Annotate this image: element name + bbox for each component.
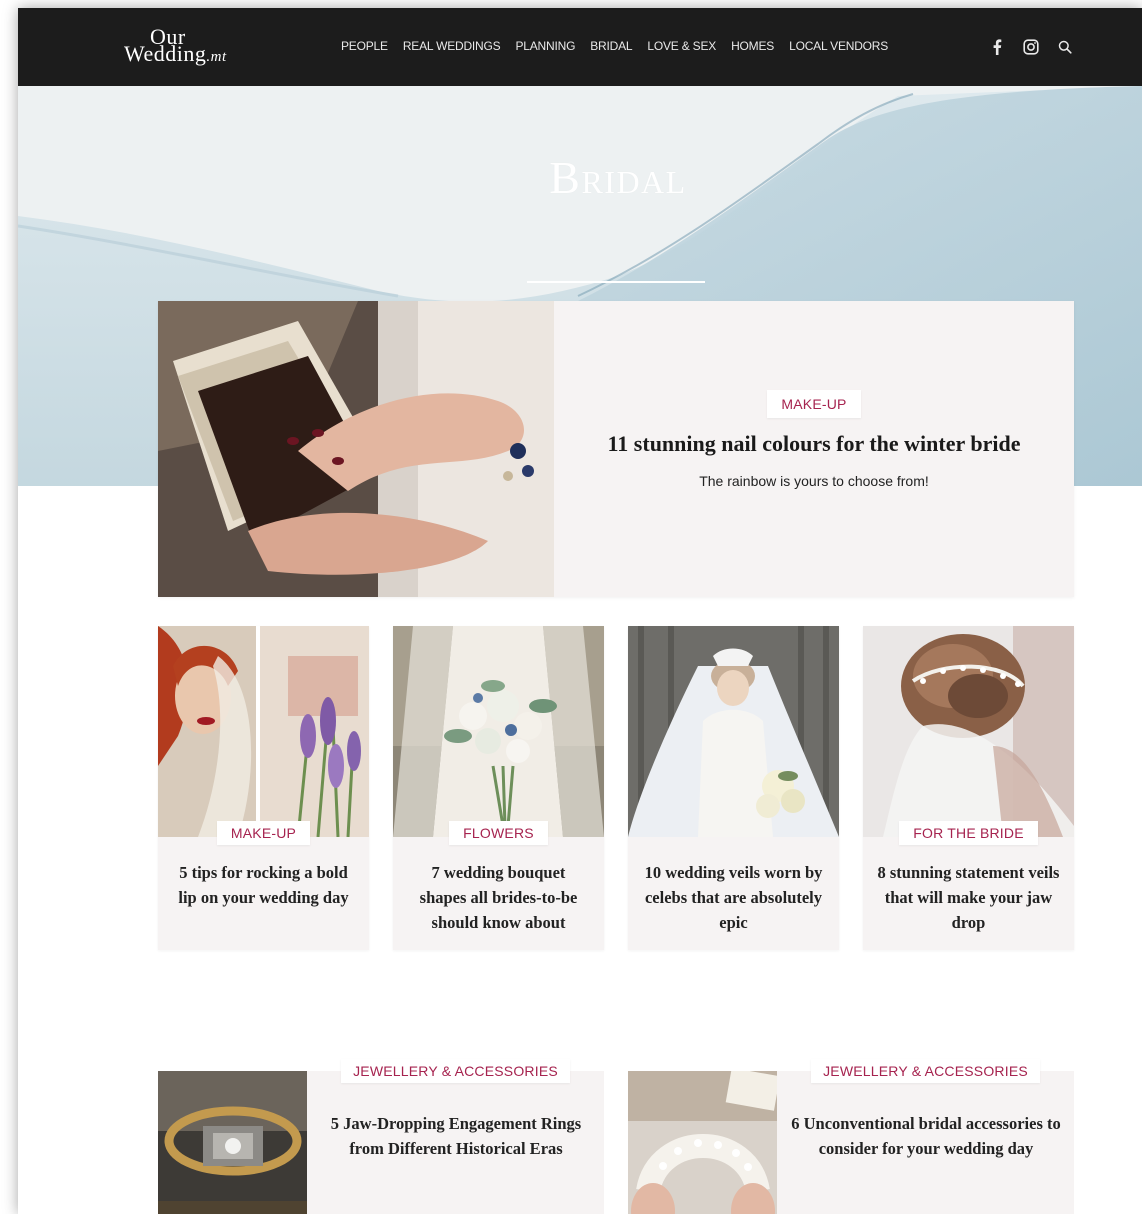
article-title[interactable]: 5 Jaw-Dropping Engagement Rings from Dif… (321, 1111, 591, 1161)
article-title[interactable]: 6 Unconventional bridal accessories to c… (791, 1111, 1061, 1161)
page-title: Bridal (549, 152, 687, 203)
article-card[interactable]: FOR THE BRIDE 8 stunning statement veils… (863, 626, 1074, 950)
browser-window: Our Wedding.mt PEOPLE REAL WEDDINGS PLAN… (18, 8, 1142, 1214)
article-category-wrap: FOR THE BRIDE (863, 821, 1074, 845)
article-category[interactable]: JEWELLERY & ACCESSORIES (811, 1059, 1040, 1083)
featured-image[interactable] (158, 301, 554, 597)
facebook-icon[interactable] (988, 38, 1006, 56)
nav-bridal[interactable]: BRIDAL (590, 39, 632, 53)
logo-line-2: Wedding.mt (124, 43, 227, 66)
featured-title[interactable]: 11 stunning nail colours for the winter … (554, 431, 1074, 457)
article-image[interactable] (158, 626, 369, 837)
nav-planning[interactable]: PLANNING (515, 39, 575, 53)
main-nav: PEOPLE REAL WEDDINGS PLANNING BRIDAL LOV… (341, 39, 888, 53)
nav-local-vendors[interactable]: LOCAL VENDORS (789, 39, 888, 53)
logo-suffix: .mt (206, 49, 227, 65)
article-category[interactable]: JEWELLERY & ACCESSORIES (341, 1059, 570, 1083)
instagram-icon[interactable] (1022, 38, 1040, 56)
article-category-wrap: JEWELLERY & ACCESSORIES (307, 1059, 604, 1083)
article-category-wrap: MAKE-UP (158, 821, 369, 845)
article-card[interactable]: FLOWERS 7 wedding bouquet shapes all bri… (393, 626, 604, 950)
article-category[interactable]: FOR THE BRIDE (899, 821, 1038, 845)
logo-word: Wedding (124, 41, 207, 66)
nav-love-and-sex[interactable]: LOVE & SEX (647, 39, 716, 53)
nav-people[interactable]: PEOPLE (341, 39, 388, 53)
nav-homes[interactable]: HOMES (731, 39, 774, 53)
title-underline (527, 281, 705, 283)
article-image[interactable] (863, 626, 1074, 837)
article-title[interactable]: 5 tips for rocking a bold lip on your we… (172, 860, 355, 910)
article-category[interactable]: MAKE-UP (216, 821, 311, 845)
article-card[interactable]: 10 wedding veils worn by celebs that are… (628, 626, 839, 950)
nav-real-weddings[interactable]: REAL WEDDINGS (403, 39, 501, 53)
featured-category[interactable]: MAKE-UP (767, 390, 861, 418)
featured-subtitle: The rainbow is yours to choose from! (699, 473, 929, 489)
article-title[interactable]: 7 wedding bouquet shapes all brides-to-b… (407, 860, 590, 935)
article-image[interactable] (628, 626, 839, 837)
article-card[interactable]: MAKE-UP 5 tips for rocking a bold lip on… (158, 626, 369, 950)
article-card-horizontal[interactable]: JEWELLERY & ACCESSORIES 5 Jaw-Dropping E… (158, 1059, 604, 1214)
site-header: Our Wedding.mt PEOPLE REAL WEDDINGS PLAN… (18, 8, 1142, 86)
article-image[interactable] (628, 1071, 777, 1214)
article-category-wrap: JEWELLERY & ACCESSORIES (777, 1059, 1074, 1083)
article-image[interactable] (393, 626, 604, 837)
featured-body: MAKE-UP 11 stunning nail colours for the… (554, 301, 1074, 597)
article-category[interactable]: FLOWERS (449, 821, 548, 845)
article-card-horizontal[interactable]: JEWELLERY & ACCESSORIES 6 Unconventional… (628, 1059, 1074, 1214)
search-icon[interactable] (1056, 38, 1074, 56)
article-image[interactable] (158, 1071, 307, 1214)
site-logo[interactable]: Our Wedding.mt (124, 26, 227, 66)
article-title[interactable]: 8 stunning statement veils that will mak… (877, 860, 1060, 935)
article-category-wrap: FLOWERS (393, 821, 604, 845)
featured-category-wrap: MAKE-UP (554, 390, 1074, 418)
social-links (988, 38, 1074, 56)
featured-article[interactable]: MAKE-UP 11 stunning nail colours for the… (158, 301, 1074, 597)
article-title[interactable]: 10 wedding veils worn by celebs that are… (642, 860, 825, 935)
